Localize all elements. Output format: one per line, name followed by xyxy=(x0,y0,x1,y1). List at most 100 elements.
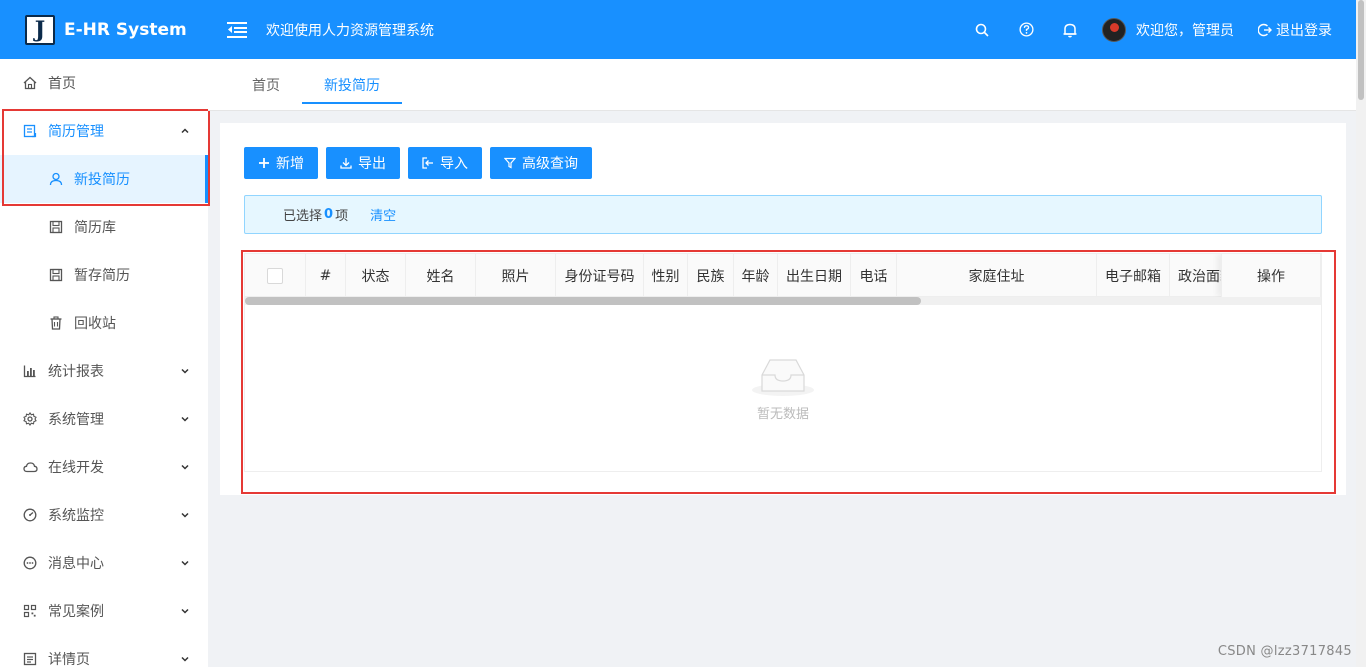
sidebar-item-statistics[interactable]: 统计报表 xyxy=(0,347,208,395)
column-header-actions: 操作 xyxy=(1221,254,1321,297)
clear-selection-link[interactable]: 清空 xyxy=(370,205,396,224)
sidebar-item-online-dev[interactable]: 在线开发 xyxy=(0,443,208,491)
advanced-query-button[interactable]: 高级查询 xyxy=(490,147,592,179)
save-icon xyxy=(48,267,64,283)
sidebar-item-label: 系统管理 xyxy=(48,412,104,428)
sidebar-item-label: 回收站 xyxy=(74,316,116,332)
sidebar-item-resume-library[interactable]: 简历库 xyxy=(0,203,208,251)
column-header[interactable]: 姓名 xyxy=(406,254,476,297)
tab-new-resume[interactable]: 新投简历 xyxy=(302,59,402,111)
cloud-icon xyxy=(22,459,38,475)
sidebar-item-system-management[interactable]: 系统管理 xyxy=(0,395,208,443)
sidebar-item-common-cases[interactable]: 常见案例 xyxy=(0,587,208,635)
add-button-label: 新增 xyxy=(276,156,304,172)
column-header[interactable]: 民族 xyxy=(688,254,734,297)
welcome-text: 欢迎使用人力资源管理系统 xyxy=(266,22,434,39)
import-button-label: 导入 xyxy=(440,156,468,172)
column-header[interactable]: 状态 xyxy=(346,254,406,297)
selection-alert: 已选择 0 项 清空 xyxy=(244,195,1322,234)
chevron-up-icon xyxy=(180,124,190,140)
sidebar-item-recycle-bin[interactable]: 回收站 xyxy=(0,299,208,347)
trash-icon xyxy=(48,315,64,331)
sidebar-item-draft-resume[interactable]: 暂存简历 xyxy=(0,251,208,299)
column-header[interactable]: # xyxy=(306,254,346,297)
toolbar: 新增 导出 导入 高级查询 xyxy=(244,147,600,179)
sidebar-item-label: 系统监控 xyxy=(48,508,104,524)
sidebar-item-label: 消息中心 xyxy=(48,556,104,572)
user-greeting: 欢迎您，管理员 xyxy=(1136,22,1234,39)
sidebar-item-detail-page[interactable]: 详情页 xyxy=(0,635,208,667)
export-button[interactable]: 导出 xyxy=(326,147,400,179)
resume-icon xyxy=(22,123,38,139)
column-header[interactable]: 家庭住址 xyxy=(897,254,1097,297)
sidebar-item-label: 统计报表 xyxy=(48,364,104,380)
sidebar-item-label: 简历库 xyxy=(74,220,116,236)
sidebar-item-system-monitor[interactable]: 系统监控 xyxy=(0,491,208,539)
column-header[interactable]: 照片 xyxy=(476,254,556,297)
logout-icon xyxy=(1258,23,1272,36)
page-scrollbar[interactable] xyxy=(1356,0,1366,667)
logout-button[interactable]: 退出登录 xyxy=(1258,20,1332,40)
save-icon xyxy=(48,219,64,235)
menu-collapse-icon[interactable] xyxy=(222,15,252,45)
help-icon[interactable] xyxy=(1004,0,1048,59)
column-header[interactable]: 出生日期 xyxy=(778,254,851,297)
column-header[interactable]: 年龄 xyxy=(734,254,778,297)
sidebar-item-label: 首页 xyxy=(48,76,76,92)
tab-home[interactable]: 首页 xyxy=(230,59,302,111)
chevron-down-icon xyxy=(180,604,190,620)
sidebar-item-label: 新投简历 xyxy=(74,172,130,188)
logo-mark: J xyxy=(25,14,55,45)
table-header: # 状态 姓名 照片 身份证号码 性别 民族 年龄 出生日期 电话 家庭住址 电… xyxy=(245,254,1321,297)
selection-prefix: 已选择 xyxy=(283,209,323,224)
column-header[interactable]: 性别 xyxy=(644,254,688,297)
chart-icon xyxy=(22,363,38,379)
sidebar-item-message-center[interactable]: 消息中心 xyxy=(0,539,208,587)
add-button[interactable]: 新增 xyxy=(244,147,318,179)
logout-label: 退出登录 xyxy=(1276,22,1332,39)
tab-bar: 首页 新投简历 xyxy=(208,59,1356,111)
top-header: J E-HR System 欢迎使用人力资源管理系统 欢迎您，管理员 退出登录 xyxy=(0,0,1356,59)
selection-suffix: 项 xyxy=(335,209,349,224)
watermark: CSDN @lzz3717845 xyxy=(1217,644,1352,659)
user-icon xyxy=(48,171,64,187)
logo[interactable]: J E-HR System xyxy=(0,0,208,59)
selection-count: 0 xyxy=(324,207,334,222)
profile-icon xyxy=(22,651,38,667)
sidebar-item-resume-management[interactable]: 简历管理 xyxy=(0,107,208,155)
table-horizontal-scrollbar[interactable] xyxy=(245,297,1321,305)
chevron-down-icon xyxy=(180,460,190,476)
sidebar: 首页 简历管理 新投简历 简历库 暂存简历 回收站 统计报表 系统管理 在线开发… xyxy=(0,59,208,667)
chevron-down-icon xyxy=(180,556,190,572)
import-icon xyxy=(422,157,434,169)
advanced-query-label: 高级查询 xyxy=(522,156,578,172)
sidebar-item-label: 简历管理 xyxy=(48,124,104,140)
sidebar-item-label: 暂存简历 xyxy=(74,268,130,284)
empty-inbox-icon xyxy=(752,358,814,396)
search-icon[interactable] xyxy=(960,0,1004,59)
user-menu[interactable]: 欢迎您，管理员 xyxy=(1102,17,1234,42)
chevron-down-icon xyxy=(180,364,190,380)
gear-icon xyxy=(22,411,38,427)
qrcode-icon xyxy=(22,603,38,619)
select-all-checkbox[interactable] xyxy=(267,267,283,284)
download-icon xyxy=(340,157,352,169)
column-header[interactable]: 身份证号码 xyxy=(556,254,644,297)
sidebar-item-home[interactable]: 首页 xyxy=(0,59,208,107)
import-button[interactable]: 导入 xyxy=(408,147,482,179)
empty-text: 暂无数据 xyxy=(756,406,809,422)
chevron-down-icon xyxy=(180,412,190,428)
plus-icon xyxy=(258,157,270,169)
chevron-down-icon xyxy=(180,508,190,524)
sidebar-item-new-resume[interactable]: 新投简历 xyxy=(0,155,208,203)
scrollbar-thumb[interactable] xyxy=(245,297,921,305)
column-header[interactable]: 电子邮箱 xyxy=(1097,254,1170,297)
dashboard-icon xyxy=(22,507,38,523)
resume-table: # 状态 姓名 照片 身份证号码 性别 民族 年龄 出生日期 电话 家庭住址 电… xyxy=(244,253,1322,472)
sidebar-item-label: 详情页 xyxy=(48,652,90,667)
content-card: 新增 导出 导入 高级查询 已选择 0 项 清空 # 状态 姓名 照片 身份证号… xyxy=(220,123,1346,495)
empty-state: 暂无数据 xyxy=(245,305,1321,471)
app-title: E-HR System xyxy=(64,19,187,40)
column-header[interactable]: 电话 xyxy=(851,254,897,297)
bell-icon[interactable] xyxy=(1048,0,1092,59)
